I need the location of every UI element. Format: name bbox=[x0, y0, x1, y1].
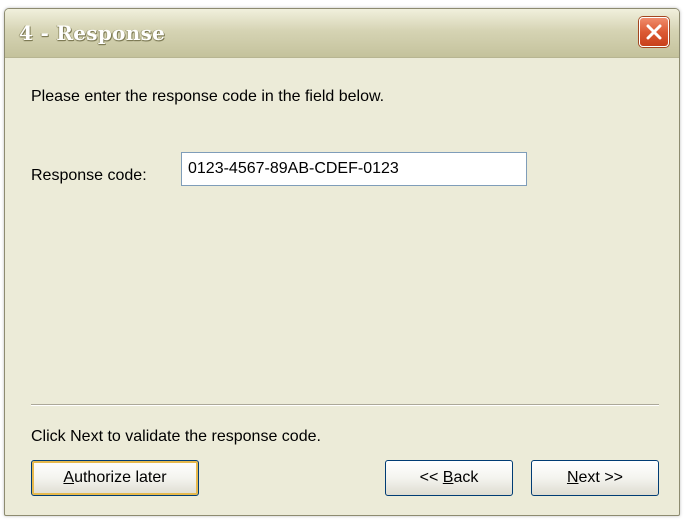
response-code-input[interactable] bbox=[181, 152, 527, 186]
back-mnemonic: B bbox=[442, 469, 454, 486]
back-prefix: << bbox=[419, 469, 443, 486]
authorize-later-button[interactable]: Authorize later bbox=[31, 460, 199, 496]
dialog-window: 4 - Response Please enter the response c… bbox=[4, 8, 680, 516]
next-label: ext >> bbox=[578, 469, 624, 486]
title-bar[interactable]: 4 - Response bbox=[5, 9, 679, 58]
dialog-content: Please enter the response code in the fi… bbox=[5, 58, 679, 515]
window-title: 4 - Response bbox=[19, 21, 166, 45]
separator-line bbox=[31, 404, 659, 406]
footer-instruction-text: Click Next to validate the response code… bbox=[31, 428, 321, 445]
close-icon bbox=[646, 24, 662, 40]
response-code-label: Response code: bbox=[31, 167, 147, 184]
next-button[interactable]: Next >> bbox=[531, 460, 659, 496]
next-mnemonic: N bbox=[566, 469, 579, 486]
authorize-later-mnemonic: A bbox=[63, 469, 75, 486]
instruction-text: Please enter the response code in the fi… bbox=[31, 88, 385, 105]
back-label: ack bbox=[453, 469, 479, 486]
close-button[interactable] bbox=[639, 17, 669, 47]
back-button[interactable]: << Back bbox=[385, 460, 513, 496]
authorize-later-label: uthorize later bbox=[74, 469, 167, 486]
